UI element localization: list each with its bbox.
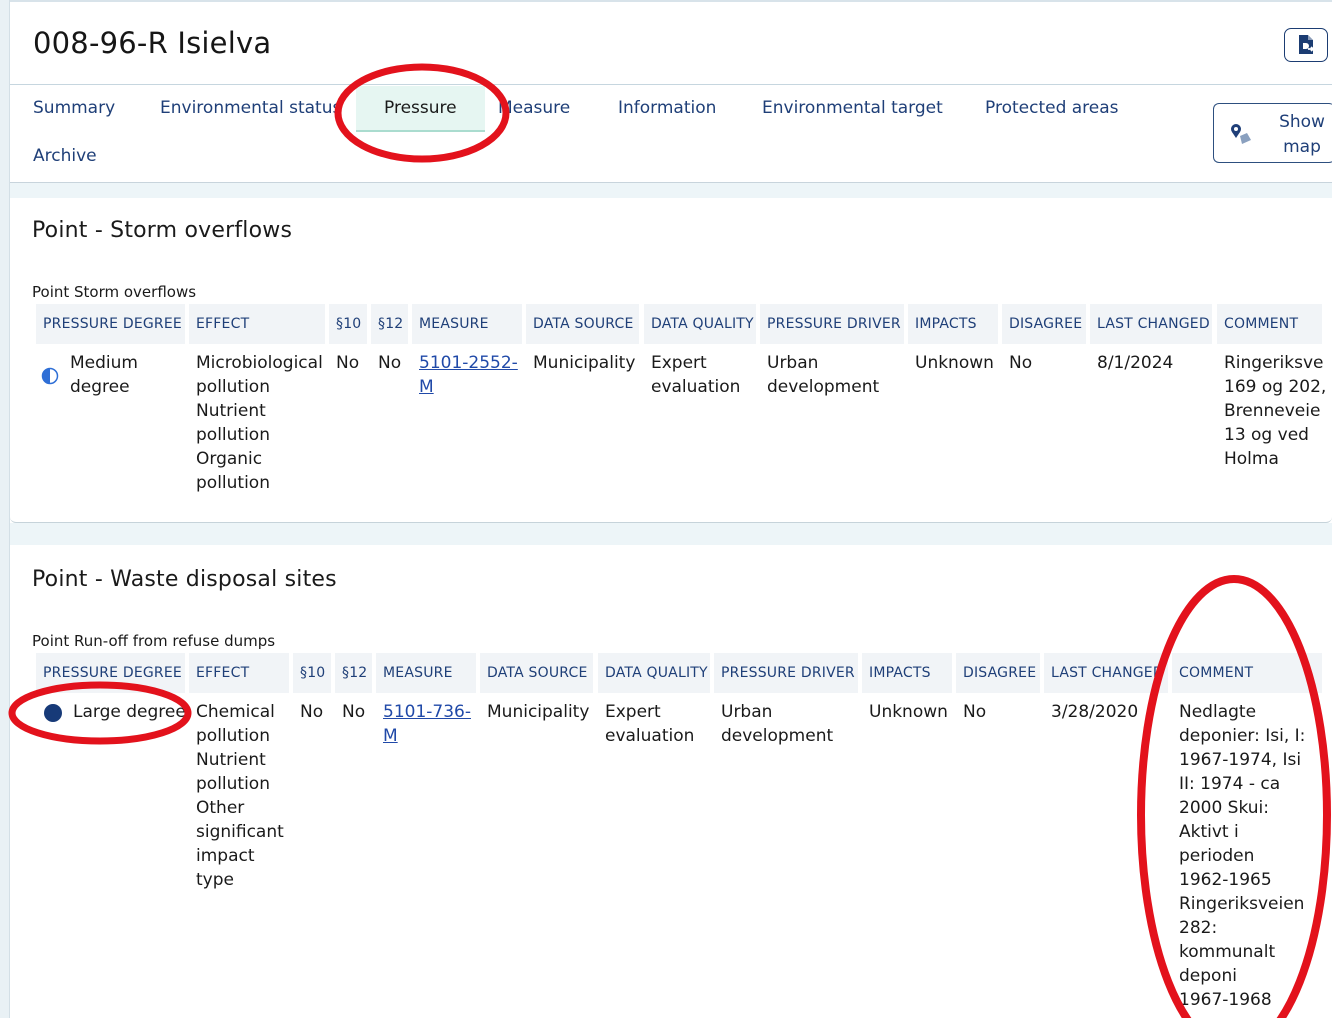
section-title: Point - Storm overflows bbox=[32, 218, 293, 243]
page-header: 008-96-R Isielva bbox=[10, 2, 1332, 85]
cell-p10: No bbox=[336, 353, 360, 373]
document-export-icon bbox=[1299, 35, 1315, 54]
col-impacts[interactable]: IMPACTS bbox=[908, 304, 998, 344]
col-p10[interactable]: §10 bbox=[293, 653, 331, 693]
cell-impacts: Unknown bbox=[915, 353, 994, 373]
tab-environmental-status[interactable]: Environmental status bbox=[160, 98, 341, 118]
col-data-source[interactable]: DATA SOURCE bbox=[480, 653, 593, 693]
col-disagree[interactable]: DISAGREE bbox=[956, 653, 1040, 693]
cell-last-changed: 8/1/2024 bbox=[1097, 353, 1174, 373]
col-measure[interactable]: MEASURE bbox=[412, 304, 522, 344]
section-title: Point - Waste disposal sites bbox=[32, 567, 337, 592]
cell-pressure-driver: Urban development bbox=[721, 702, 834, 746]
show-map-button[interactable]: Show map bbox=[1213, 103, 1332, 163]
col-data-quality[interactable]: DATA QUALITY bbox=[598, 653, 710, 693]
section-subtitle: Point Storm overflows bbox=[32, 283, 197, 301]
col-data-source[interactable]: DATA SOURCE bbox=[526, 304, 639, 344]
tab-bar: Summary Environmental status Pressure Me… bbox=[10, 84, 1332, 183]
col-p10[interactable]: §10 bbox=[329, 304, 367, 344]
col-impacts[interactable]: IMPACTS bbox=[862, 653, 952, 693]
section-spacer bbox=[10, 523, 1332, 545]
cell-comment: Nedlagte deponier: Isi, I: 1967-1974, Is… bbox=[1179, 702, 1306, 1010]
tab-summary[interactable]: Summary bbox=[33, 98, 115, 118]
export-button[interactable] bbox=[1284, 28, 1328, 62]
cell-degree: Medium degree bbox=[70, 353, 138, 397]
cell-impacts: Unknown bbox=[869, 702, 948, 722]
show-map-label-2: map bbox=[1283, 137, 1321, 157]
col-p12[interactable]: §12 bbox=[371, 304, 408, 344]
col-pressure-driver[interactable]: PRESSURE DRIVER bbox=[760, 304, 904, 344]
col-pressure-degree[interactable]: PRESSURE DEGREE bbox=[36, 653, 185, 693]
cell-last-changed: 3/28/2020 bbox=[1051, 702, 1139, 722]
col-disagree[interactable]: DISAGREE bbox=[1002, 304, 1086, 344]
cell-data-source: Municipality bbox=[487, 702, 590, 722]
cell-disagree: No bbox=[963, 702, 987, 722]
col-effect[interactable]: EFFECT bbox=[189, 304, 325, 344]
col-measure[interactable]: MEASURE bbox=[376, 653, 476, 693]
col-p12[interactable]: §12 bbox=[335, 653, 372, 693]
half-circle-degree-icon bbox=[41, 367, 59, 385]
section-spacer bbox=[10, 183, 1332, 198]
col-pressure-degree[interactable]: PRESSURE DEGREE bbox=[36, 304, 185, 344]
table-header: PRESSURE DEGREE EFFECT §10 §12 MEASURE D… bbox=[10, 304, 1322, 344]
map-marker-icon bbox=[1231, 124, 1251, 144]
cell-p10: No bbox=[300, 702, 324, 722]
col-last-changed[interactable]: LAST CHANGED bbox=[1044, 653, 1168, 693]
col-effect[interactable]: EFFECT bbox=[189, 653, 289, 693]
cell-data-source: Municipality bbox=[533, 353, 636, 373]
table-header: PRESSURE DEGREE EFFECT §10 §12 MEASURE D… bbox=[10, 653, 1322, 693]
cell-effect: Chemical pollution Nutrient pollution Ot… bbox=[196, 702, 284, 890]
tab-environmental-target[interactable]: Environmental target bbox=[762, 98, 943, 118]
col-comment[interactable]: COMMENT bbox=[1217, 304, 1322, 344]
col-comment[interactable]: COMMENT bbox=[1172, 653, 1322, 693]
cell-p12: No bbox=[342, 702, 366, 722]
cell-effect: Microbiological pollution Nutrient pollu… bbox=[196, 353, 323, 493]
pressure-section-storm-overflows: Point - Storm overflows Point Storm over… bbox=[10, 198, 1332, 523]
page-title: 008-96-R Isielva bbox=[33, 26, 272, 60]
tab-information[interactable]: Information bbox=[618, 98, 716, 118]
col-data-quality[interactable]: DATA QUALITY bbox=[644, 304, 756, 344]
col-pressure-driver[interactable]: PRESSURE DRIVER bbox=[714, 653, 858, 693]
tab-measure[interactable]: Measure bbox=[498, 98, 570, 118]
tab-protected-areas[interactable]: Protected areas bbox=[985, 98, 1119, 118]
cell-degree: Large degree bbox=[73, 702, 186, 722]
pressure-section-waste-disposal: Point - Waste disposal sites Point Run-o… bbox=[10, 545, 1332, 1018]
col-last-changed[interactable]: LAST CHANGED bbox=[1090, 304, 1212, 344]
section-subtitle: Point Run-off from refuse dumps bbox=[32, 632, 276, 650]
cell-comment: Ringeriksve 169 og 202, Brenneveie 13 og… bbox=[1224, 353, 1327, 469]
left-scroll-gutter bbox=[0, 0, 10, 1018]
cell-disagree: No bbox=[1009, 353, 1033, 373]
show-map-label-1: Show bbox=[1279, 112, 1325, 132]
tab-pressure[interactable]: Pressure bbox=[356, 86, 485, 132]
cell-p12: No bbox=[378, 353, 402, 373]
tab-archive[interactable]: Archive bbox=[33, 146, 97, 166]
measure-link[interactable]: 5101-2552- M bbox=[419, 351, 518, 399]
measure-link[interactable]: 5101-736- M bbox=[383, 700, 471, 748]
cell-pressure-driver: Urban development bbox=[767, 353, 880, 397]
full-circle-degree-icon bbox=[44, 704, 62, 722]
cell-data-quality: Expert evaluation bbox=[651, 353, 741, 397]
cell-data-quality: Expert evaluation bbox=[605, 702, 695, 746]
